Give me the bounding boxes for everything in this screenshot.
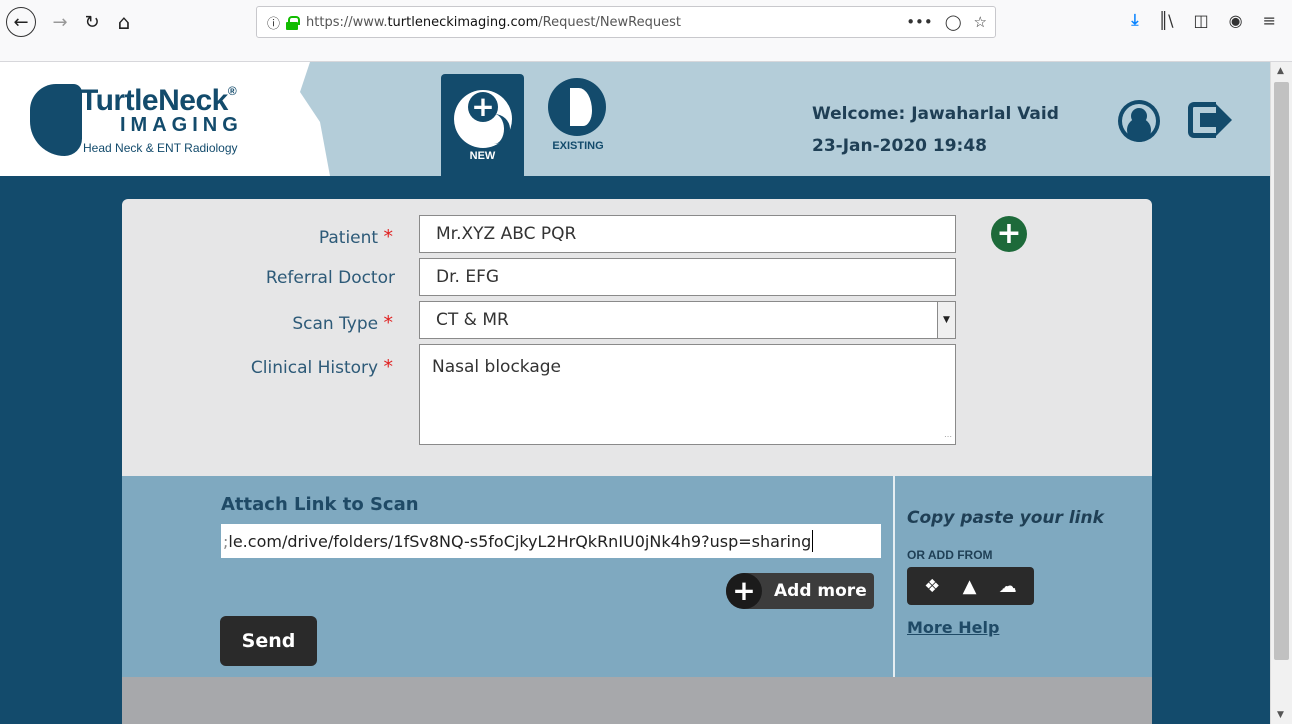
tab-new-label: NEW [469,150,496,162]
scroll-down-icon[interactable]: ▼ [1277,710,1284,720]
pocket-icon[interactable]: ◯ [945,13,962,31]
library-icon[interactable]: ║\ [1158,11,1173,30]
more-help-link[interactable]: More Help [907,618,999,637]
url-prefix: https://www. [306,14,388,30]
url-actions: ••• ◯ ☆ [906,13,987,31]
welcome-text: Welcome: Jawaharlal Vaid [812,104,1059,124]
logo-title[interactable]: TurtleNeck® [80,84,237,118]
page-actions-icon[interactable]: ••• [906,13,933,31]
datetime-text: 23-Jan-2020 19:48 [812,136,988,156]
forward-icon[interactable]: → [44,6,76,38]
cloud-sources: ❖ ▲ ☁ [907,567,1034,605]
or-add-from-label: OR ADD FROM [907,548,993,562]
tab-new[interactable]: NEW [441,74,524,184]
scroll-thumb[interactable] [1274,82,1289,660]
welcome-block: Welcome: Jawaharlal Vaid 23-Jan-2020 19:… [812,98,1059,162]
scan-type-value: CT & MR [436,310,509,330]
scan-type-select[interactable]: CT & MR ▼ [419,301,956,339]
attach-divider [893,476,895,677]
chevron-down-icon[interactable]: ▼ [937,302,955,338]
tab-existing-label: EXISTING [552,140,604,152]
browser-toolbar: ← → ↻ ⌂ ⓘ https://www. turtleneckimaging.… [0,0,1292,62]
clinical-history-textarea[interactable]: Nasal blockage ⋯ [419,344,956,445]
sidebar-icon[interactable]: ◫ [1194,11,1209,30]
menu-icon[interactable]: ≡ [1263,11,1276,30]
patient-value: Mr.XYZ ABC PQR [436,224,577,244]
google-drive-icon[interactable]: ▲ [963,576,977,597]
page-scrollbar[interactable]: ▲ ▼ [1270,62,1292,724]
patient-input[interactable]: Mr.XYZ ABC PQR [419,215,956,253]
user-profile-icon[interactable] [1118,100,1160,142]
toolbar-right: ⤓ ║\ ◫ ◉ ≡ [1131,10,1276,30]
resize-grip-icon[interactable]: ⋯ [944,432,952,441]
scroll-up-icon[interactable]: ▲ [1277,66,1284,76]
lock-icon [286,15,301,30]
add-more-label: Add more [774,581,867,601]
logout-icon[interactable] [1188,100,1232,140]
referral-doctor-input[interactable]: Dr. EFG [419,258,956,296]
dropbox-icon[interactable]: ❖ [924,576,940,597]
download-icon[interactable]: ⤓ [1131,10,1138,30]
add-more-button[interactable]: + Add more [726,573,874,609]
scan-link-value: le.com/drive/folders/1fSv8NQ-s5foCjkyL2H… [228,531,812,551]
url-bar[interactable]: ⓘ https://www. turtleneckimaging.com/Requ… [256,6,996,38]
url-path: /Request/NewRequest [538,14,681,30]
send-button[interactable]: Send [220,616,317,666]
reload-icon[interactable]: ↻ [76,6,108,38]
scan-type-label: Scan Type * [292,312,394,334]
existing-request-icon [548,78,606,136]
info-icon[interactable]: ⓘ [267,13,280,32]
required-mark: * [383,226,394,248]
clinical-history-label: Clinical History * [250,356,394,378]
text-caret [812,530,814,552]
logo-title-text: TurtleNeck [80,84,228,117]
scan-link-input[interactable]: ; le.com/drive/folders/1fSv8NQ-s5foCjkyL2… [221,524,881,558]
patient-label: Patient * [318,226,394,248]
referral-doctor-value: Dr. EFG [436,267,500,287]
copy-paste-hint: Copy paste your link [907,508,1104,528]
footer-card [122,677,1152,724]
account-icon[interactable]: ◉ [1229,11,1243,30]
onedrive-icon[interactable]: ☁ [999,576,1017,597]
back-icon[interactable]: ← [6,7,36,37]
clinical-history-value: Nasal blockage [432,357,562,377]
add-patient-button[interactable]: + [991,216,1027,252]
referral-doctor-label: Referral Doctor [265,268,395,288]
plus-icon: + [726,573,762,609]
logo-tagline: Head Neck & ENT Radiology [83,141,238,155]
logo-subtitle: IMAGING [120,114,243,136]
new-request-icon [454,90,512,148]
bookmark-star-icon[interactable]: ☆ [974,13,987,31]
registered-mark: ® [227,84,237,98]
required-mark: * [383,312,394,334]
attach-title: Attach Link to Scan [221,494,419,515]
tab-existing[interactable]: EXISTING [540,74,620,174]
home-icon[interactable]: ⌂ [108,6,140,38]
required-mark: * [383,356,394,378]
url-host: turtleneckimaging.com [387,14,539,30]
